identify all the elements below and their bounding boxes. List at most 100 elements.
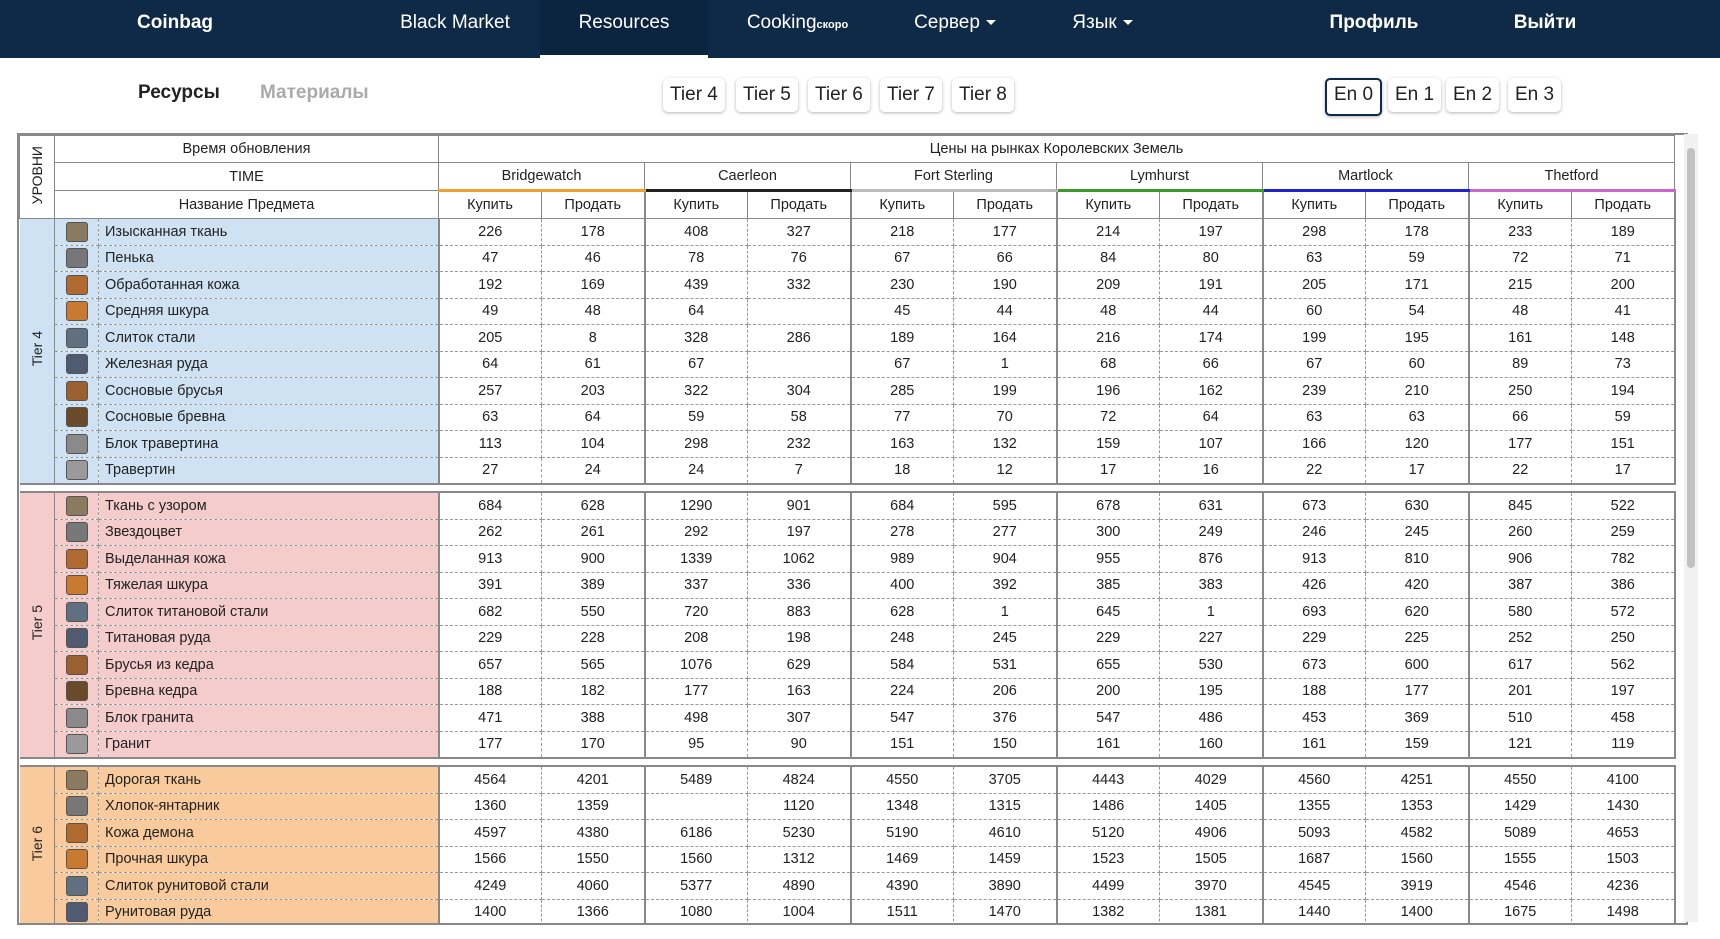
sell-price: 4824 <box>747 766 852 794</box>
table-row[interactable]: Слиток стали 205 8 328 286 189 164 216 174 199 195… <box>20 324 1676 352</box>
buy-column-header[interactable]: Купить <box>644 190 748 219</box>
subtab-resources[interactable]: Ресурсы <box>138 82 220 104</box>
table-row[interactable]: Гранит 177 170 95 90 151 150 161 160 161 159 121 119 <box>20 731 1676 759</box>
buy-column-header[interactable]: Купить <box>438 190 542 219</box>
hide-icon <box>65 301 88 322</box>
prices-table-container[interactable]: УРОВНИ Время обновления Цены на рынках К… <box>17 133 1688 925</box>
item-icon-cell <box>54 731 99 759</box>
nav-profile[interactable]: Профиль <box>1318 0 1430 58</box>
buy-price: 77 <box>850 404 954 431</box>
sell-price: 199 <box>953 377 1058 405</box>
nav-server-dropdown[interactable]: Сервер <box>900 0 1010 58</box>
sell-price: 66 <box>953 245 1058 272</box>
sell-price: 4653 <box>1571 819 1676 847</box>
nav-cooking[interactable]: Cookingскоро <box>725 0 870 58</box>
tier-filter-5[interactable]: Tier 5 <box>736 78 798 112</box>
tier-filter-6[interactable]: Tier 6 <box>808 78 870 112</box>
brand-logo[interactable]: Coinbag <box>120 0 230 58</box>
sell-price: 376 <box>953 704 1058 732</box>
buy-price: 426 <box>1262 572 1366 599</box>
buy-column-header[interactable]: Купить <box>1468 190 1572 219</box>
table-row[interactable]: Tier 5 Ткань с узором 684 628 1290 901 684 595 6… <box>19 492 1676 759</box>
buy-price: 1687 <box>1262 846 1366 873</box>
sell-price: 904 <box>953 545 1058 573</box>
table-row[interactable]: Средняя шкура 49 48 64 45 44 48 44 60 54 48 41 <box>20 298 1676 325</box>
tier-filter-7[interactable]: Tier 7 <box>880 78 942 112</box>
buy-price: 95 <box>644 731 748 759</box>
subtab-materials[interactable]: Материалы <box>260 82 369 104</box>
buy-price: 218 <box>850 218 954 246</box>
sell-price: 169 <box>541 271 646 299</box>
sell-column-header[interactable]: Продать <box>1571 190 1676 219</box>
enchant-filter-3[interactable]: En 3 <box>1508 78 1562 112</box>
table-row[interactable]: Тяжелая шкура 391 389 337 336 400 392 385 383 426… <box>20 572 1676 599</box>
table-row[interactable]: Tier 6 Дорогая ткань 4564 4201 5489 4824 4550 3… <box>19 766 1676 923</box>
buy-price: 262 <box>438 519 542 546</box>
item-name: Сосновые бревна <box>98 404 440 431</box>
buy-price: 673 <box>1262 492 1366 520</box>
item-icon-cell <box>54 678 99 705</box>
buy-price: 229 <box>1056 625 1160 652</box>
table-row[interactable]: Прочная шкура 1566 1550 1560 1312 1469 1459 152… <box>20 846 1676 873</box>
table-row[interactable]: Блок травертина 113 104 298 232 163 132 159 107 1… <box>20 430 1676 458</box>
table-row[interactable]: Блок гранита 471 388 498 307 547 376 547 486 453 3… <box>20 704 1676 732</box>
buy-price: 298 <box>1262 218 1366 246</box>
table-row[interactable]: Пенька 47 46 78 76 67 66 84 80 63 59 72 71 <box>20 245 1676 272</box>
sell-price: 389 <box>541 572 646 599</box>
table-row[interactable]: Сосновые брусья 257 203 322 304 285 199 196 162 2… <box>20 377 1676 405</box>
sell-column-header[interactable]: Продать <box>1365 190 1470 219</box>
buy-price: 4249 <box>438 872 542 900</box>
sell-price: 1459 <box>953 846 1058 873</box>
table-row[interactable]: Кожа демона 4597 4380 6186 5230 5190 4610 5120 4… <box>20 819 1676 847</box>
buy-price: 387 <box>1468 572 1572 599</box>
buy-price: 673 <box>1262 651 1366 679</box>
buy-column-header[interactable]: Купить <box>1262 190 1366 219</box>
item-name: Пенька <box>98 245 440 272</box>
table-row[interactable]: Слиток рунитовой стали 4249 4060 5377 4890 43… <box>20 872 1676 900</box>
buy-price: 161 <box>1056 731 1160 759</box>
nav-logout[interactable]: Выйти <box>1500 0 1590 58</box>
nav-black-market[interactable]: Black Market <box>385 0 525 58</box>
buy-price <box>644 793 748 820</box>
table-row[interactable]: Звездоцвет 262 261 292 197 278 277 300 249 246 245… <box>20 519 1676 546</box>
buy-column-header[interactable]: Купить <box>1056 190 1160 219</box>
table-row[interactable]: Tier 4 Изысканная ткань 226 178 408 327 218 177… <box>19 218 1676 485</box>
sell-column-header[interactable]: Продать <box>953 190 1058 219</box>
table-row[interactable]: Титановая руда 229 228 208 198 248 245 229 227 22… <box>20 625 1676 652</box>
nav-language-dropdown[interactable]: Язык <box>1060 0 1145 58</box>
table-row[interactable]: Железная руда 64 61 67 67 1 68 66 67 60 89 73 <box>20 351 1676 378</box>
tier-filter-8[interactable]: Tier 8 <box>952 78 1014 112</box>
enchant-filter-0[interactable]: En 0 <box>1325 78 1383 116</box>
sell-column-header[interactable]: Продать <box>1159 190 1264 219</box>
enchant-filter-1[interactable]: En 1 <box>1388 78 1442 112</box>
sell-column-header[interactable]: Продать <box>747 190 852 219</box>
tier-filter-4[interactable]: Tier 4 <box>663 78 725 112</box>
table-row[interactable]: Травертин 27 24 24 7 18 12 17 16 22 17 22 17 <box>20 457 1676 485</box>
table-row[interactable]: Хлопок-янтарник 1360 1359 1120 1348 1315 1486 1… <box>20 793 1676 820</box>
sell-price: 1560 <box>1365 846 1470 873</box>
nav-resources[interactable]: Resources <box>540 0 708 58</box>
buy-price: 955 <box>1056 545 1160 573</box>
table-row[interactable]: Брусья из кедра 657 565 1076 629 584 531 655 530… <box>20 651 1676 679</box>
item-icon-cell <box>54 598 99 626</box>
table-scrollbar[interactable] <box>1684 134 1698 922</box>
buy-price: 177 <box>1468 430 1572 458</box>
scrollbar-thumb[interactable] <box>1687 148 1695 568</box>
item-icon-cell <box>54 846 99 873</box>
sell-column-header[interactable]: Продать <box>541 190 646 219</box>
table-row[interactable]: Обработанная кожа 192 169 439 332 230 190 209 19… <box>20 271 1676 299</box>
sell-price: 304 <box>747 377 852 405</box>
ore-icon <box>65 628 88 649</box>
table-row[interactable]: Сосновые бревна 63 64 59 58 77 70 72 64 63 63 66 59 <box>20 404 1676 431</box>
table-row[interactable]: Бревна кедра 188 182 177 163 224 206 200 195 188 1… <box>20 678 1676 705</box>
buy-price: 1523 <box>1056 846 1160 873</box>
buy-price: 4443 <box>1056 766 1160 794</box>
table-row[interactable]: Выделанная кожа 913 900 1339 1062 989 904 955 87… <box>20 545 1676 573</box>
buy-price: 48 <box>1468 298 1572 325</box>
table-row[interactable]: Рунитовая руда 1400 1366 1080 1004 1511 1470 13… <box>20 899 1676 923</box>
table-row[interactable]: Слиток титановой стали 682 550 720 883 628 1 64… <box>20 598 1676 626</box>
hide-icon <box>65 849 88 870</box>
buy-column-header[interactable]: Купить <box>850 190 954 219</box>
tier-group-label: Tier 4 <box>19 218 55 485</box>
enchant-filter-2[interactable]: En 2 <box>1446 78 1500 112</box>
